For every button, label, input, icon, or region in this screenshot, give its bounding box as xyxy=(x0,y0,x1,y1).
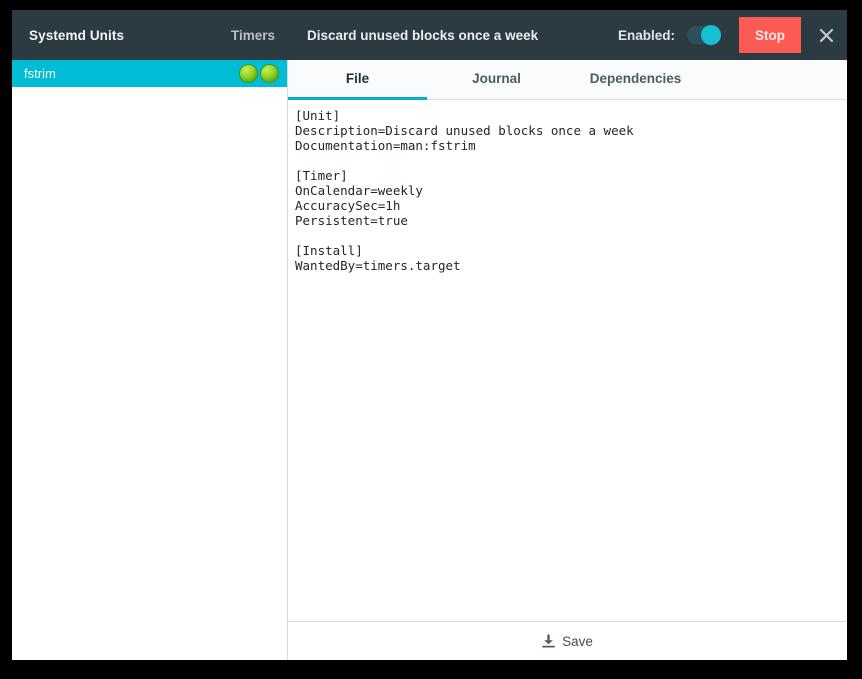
close-icon[interactable] xyxy=(809,15,843,55)
stop-button[interactable]: Stop xyxy=(739,17,801,53)
tab-journal[interactable]: Journal xyxy=(427,60,566,100)
enabled-toggle[interactable] xyxy=(687,25,721,45)
app-title: Systemd Units xyxy=(29,27,125,43)
tab-file[interactable]: File xyxy=(288,60,427,100)
unit-list: fstrim xyxy=(12,60,288,660)
save-button[interactable]: Save xyxy=(534,630,601,653)
unit-name: fstrim xyxy=(24,66,56,81)
unit-header: Discard unused blocks once a week Enable… xyxy=(288,10,847,60)
unit-file-editor[interactable]: [Unit] Description=Discard unused blocks… xyxy=(288,100,847,622)
active-led-icon xyxy=(240,65,257,82)
window-body: fstrim File Journal Dependencies [Unit] … xyxy=(12,60,847,660)
unit-kind-label[interactable]: Timers xyxy=(231,28,275,43)
unit-description: Discard unused blocks once a week xyxy=(307,27,539,43)
tab-dependencies[interactable]: Dependencies xyxy=(566,60,705,100)
systemd-units-window: Systemd Units Timers Discard unused bloc… xyxy=(12,10,847,660)
tab-bar: File Journal Dependencies xyxy=(288,60,847,100)
unit-file-content: [Unit] Description=Discard unused blocks… xyxy=(295,108,634,273)
list-item[interactable]: fstrim xyxy=(12,60,287,87)
sidebar-header: Systemd Units Timers xyxy=(12,10,288,60)
toggle-knob xyxy=(701,25,721,45)
editor-footer: Save xyxy=(288,622,847,660)
save-button-label: Save xyxy=(562,633,593,649)
title-bar: Systemd Units Timers Discard unused bloc… xyxy=(12,10,847,60)
save-download-icon xyxy=(542,634,556,648)
enabled-label: Enabled: xyxy=(617,27,675,43)
status-indicators xyxy=(240,65,278,82)
detail-pane: File Journal Dependencies [Unit] Descrip… xyxy=(288,60,847,660)
enabled-led-icon xyxy=(261,65,278,82)
